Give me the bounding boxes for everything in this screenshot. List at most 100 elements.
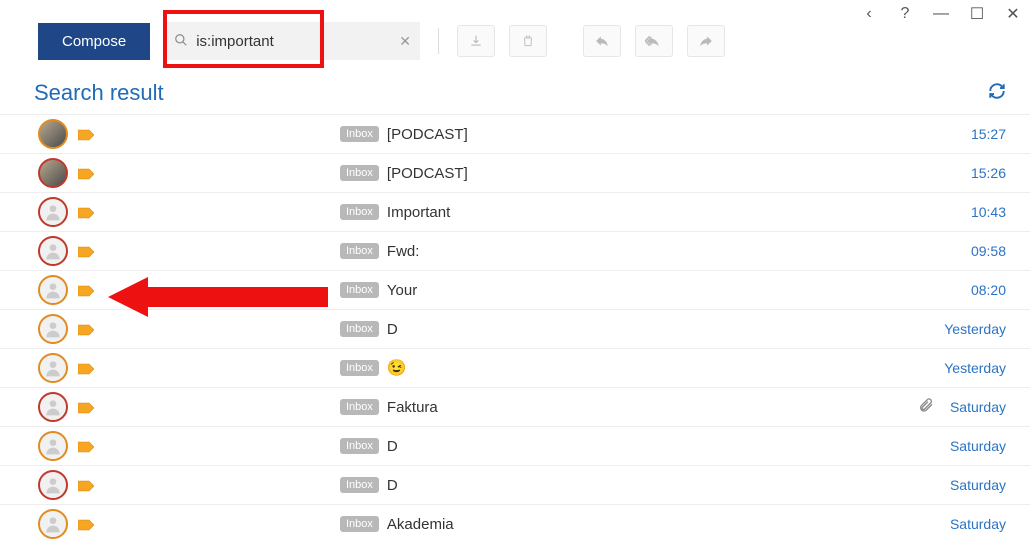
- time-label: 10:43: [971, 204, 1006, 220]
- prev-button[interactable]: ‹: [860, 5, 878, 23]
- search-box[interactable]: ✕: [164, 22, 420, 60]
- important-tag-icon: [78, 362, 94, 374]
- folder-chip: Inbox: [340, 516, 379, 532]
- avatar: [38, 431, 68, 461]
- reply-button[interactable]: [583, 25, 621, 57]
- mail-row[interactable]: Inbox 😉 Yesterday: [0, 348, 1030, 387]
- clear-search-icon[interactable]: ✕: [395, 29, 415, 54]
- download-icon: [469, 34, 483, 48]
- mail-row[interactable]: Inbox D Yesterday: [0, 309, 1030, 348]
- important-tag-icon: [78, 245, 94, 257]
- time-label: 09:58: [971, 243, 1006, 259]
- avatar: [38, 509, 68, 539]
- window-controls: ‹ ? — ☐ ✕: [860, 4, 1022, 24]
- heading-row: Search result: [0, 66, 1030, 110]
- folder-chip: Inbox: [340, 126, 379, 142]
- time-label: Saturday: [950, 477, 1006, 493]
- subject-area: Inbox D: [340, 438, 910, 455]
- delete-button[interactable]: [509, 25, 547, 57]
- mail-row[interactable]: InboxFaktura Saturday: [0, 387, 1030, 426]
- mail-list: Inbox[PODCAST]15:27Inbox[PODCAST]15:26In…: [0, 114, 1030, 543]
- subject-text: D: [387, 321, 398, 338]
- subject-area: InboxD: [340, 477, 910, 494]
- important-tag-icon: [78, 323, 94, 335]
- reply-all-button[interactable]: [635, 25, 673, 57]
- refresh-icon: [988, 82, 1006, 100]
- time-label: 08:20: [971, 282, 1006, 298]
- folder-chip: Inbox: [340, 360, 379, 376]
- search-icon: [174, 33, 188, 50]
- folder-chip: Inbox: [340, 438, 379, 454]
- folder-chip: Inbox: [340, 399, 379, 415]
- search-input[interactable]: [196, 33, 395, 50]
- important-tag-icon: [78, 284, 94, 296]
- mail-row[interactable]: Inbox D Saturday: [0, 426, 1030, 465]
- time-label: 15:26: [971, 165, 1006, 181]
- help-button[interactable]: ?: [896, 5, 914, 23]
- avatar: [38, 275, 68, 305]
- trash-icon: [521, 34, 535, 48]
- subject-text: [PODCAST]: [387, 126, 468, 143]
- mail-row[interactable]: Inbox [PODCAST] 15:26: [0, 153, 1030, 192]
- download-button[interactable]: [457, 25, 495, 57]
- time-label: Saturday: [950, 438, 1006, 454]
- subject-text: Important: [387, 204, 450, 221]
- time-label: 15:27: [971, 126, 1006, 142]
- minimize-button[interactable]: —: [932, 5, 950, 23]
- subject-text: D: [387, 438, 398, 455]
- avatar: [38, 314, 68, 344]
- mail-row[interactable]: Inbox Your 08:20: [0, 270, 1030, 309]
- important-tag-icon: [78, 518, 94, 530]
- subject-text: Akademia: [387, 516, 454, 533]
- subject-text: Your: [387, 282, 417, 299]
- subject-text: [PODCAST]: [387, 165, 468, 182]
- compose-button[interactable]: Compose: [38, 23, 150, 60]
- avatar: [38, 470, 68, 500]
- subject-text: D: [387, 477, 398, 494]
- important-tag-icon: [78, 206, 94, 218]
- mail-row[interactable]: Inbox [PODCAST] 15:27: [0, 114, 1030, 153]
- subject-area: Inbox Important: [340, 204, 910, 221]
- folder-chip: Inbox: [340, 204, 379, 220]
- refresh-button[interactable]: [988, 82, 1006, 105]
- attachment-icon: [918, 397, 934, 417]
- avatar: [38, 392, 68, 422]
- avatar: [38, 236, 68, 266]
- folder-chip: Inbox: [340, 165, 379, 181]
- forward-button[interactable]: [687, 25, 725, 57]
- subject-area: Inbox Akademia: [340, 516, 910, 533]
- mail-row[interactable]: InboxD Saturday: [0, 465, 1030, 504]
- mail-row[interactable]: Inbox Fwd: 09:58: [0, 231, 1030, 270]
- reply-icon: [594, 34, 610, 48]
- close-button[interactable]: ✕: [1004, 4, 1022, 24]
- page-title: Search result: [34, 80, 164, 106]
- time-label: Yesterday: [944, 321, 1006, 337]
- time-label: Saturday: [950, 399, 1006, 415]
- mail-row[interactable]: Inbox Important 10:43: [0, 192, 1030, 231]
- important-tag-icon: [78, 167, 94, 179]
- time-label: Saturday: [950, 516, 1006, 532]
- toolbar-separator: [438, 28, 439, 54]
- subject-emoji: 😉: [387, 358, 407, 378]
- avatar: [38, 353, 68, 383]
- folder-chip: Inbox: [340, 282, 379, 298]
- important-tag-icon: [78, 479, 94, 491]
- folder-chip: Inbox: [340, 243, 379, 259]
- subject-area: Inbox 😉: [340, 358, 910, 378]
- subject-text: Fwd:: [387, 243, 420, 260]
- folder-chip: Inbox: [340, 321, 379, 337]
- avatar: [38, 197, 68, 227]
- maximize-button[interactable]: ☐: [968, 4, 986, 24]
- avatar: [38, 119, 68, 149]
- subject-area: Inbox [PODCAST]: [340, 126, 910, 143]
- time-label: Yesterday: [944, 360, 1006, 376]
- important-tag-icon: [78, 440, 94, 452]
- subject-area: Inbox Fwd:: [340, 243, 910, 260]
- important-tag-icon: [78, 401, 94, 413]
- avatar: [38, 158, 68, 188]
- mail-row[interactable]: Inbox Akademia Saturday: [0, 504, 1030, 543]
- forward-icon: [698, 34, 714, 48]
- subject-area: InboxFaktura: [340, 399, 910, 416]
- reply-all-icon: [645, 34, 663, 48]
- subject-area: Inbox [PODCAST]: [340, 165, 910, 182]
